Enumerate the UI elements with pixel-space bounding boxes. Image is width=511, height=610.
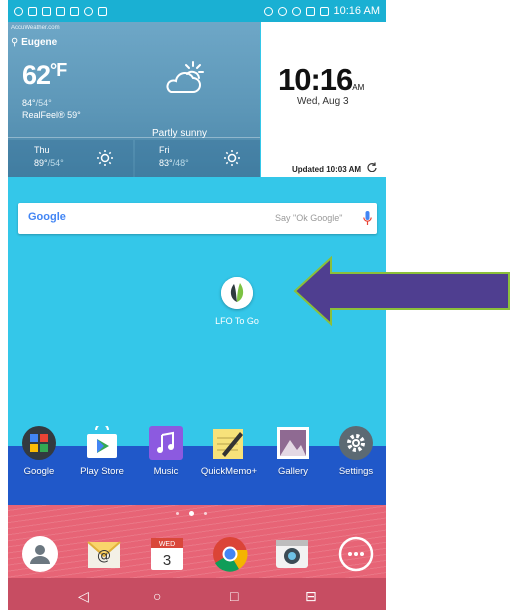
page-dot[interactable]: [204, 512, 207, 515]
status-bar: 10:16 AM: [8, 0, 386, 22]
app-gallery[interactable]: Gallery: [260, 426, 326, 477]
app-row: Google Play Store Music QuickMemo+ Galle…: [8, 426, 386, 482]
system-icons: 10:16 AM: [263, 5, 380, 17]
google-folder-icon: [22, 426, 56, 460]
weather-temp-value: 62: [22, 60, 51, 90]
navigation-bar: ◁ ○ □ ⊟: [8, 584, 386, 610]
app-lfo-to-go[interactable]: LFO To Go: [202, 277, 272, 326]
microphone-icon[interactable]: [363, 211, 372, 226]
app-google-folder[interactable]: Google: [8, 426, 72, 477]
app-music[interactable]: Music: [133, 426, 199, 477]
google-search-bar[interactable]: Google Say "Ok Google": [18, 203, 377, 234]
forecast-lo: /48°: [172, 158, 189, 168]
app-label: Settings: [338, 466, 374, 477]
voice-search-hint: Say "Ok Google": [275, 213, 343, 223]
battery-icon: [319, 6, 329, 16]
weather-temperature: 62°F: [22, 60, 67, 91]
status-time: 10:16 AM: [333, 5, 380, 17]
sun-icon: [224, 150, 240, 166]
weather-updated: Updated 10:03 AM: [292, 165, 362, 174]
clock-widget[interactable]: 10:16AM Wed, Aug 3 Updated 10:03 AM: [261, 22, 386, 177]
weather-divider: [8, 137, 260, 138]
home-icon[interactable]: ○: [153, 588, 161, 604]
chrome-icon[interactable]: [212, 536, 248, 572]
app-settings[interactable]: Settings: [323, 426, 386, 477]
app-quickmemo[interactable]: QuickMemo+: [196, 426, 262, 477]
settings-gear-icon: [339, 426, 373, 460]
back-icon[interactable]: ◁: [78, 588, 89, 605]
app-label: QuickMemo+: [200, 466, 258, 477]
weather-widget[interactable]: AccuWeather.com ⚲ Eugene 62°F 84°/54° Re…: [8, 22, 260, 177]
weather-realfeel: RealFeel® 59°: [22, 110, 81, 120]
dual-window-icon[interactable]: ⊟: [305, 588, 317, 605]
play-store-icon: [87, 426, 117, 458]
app-label: Gallery: [277, 466, 309, 477]
notification-icons: [14, 6, 107, 16]
camera-icon[interactable]: [274, 536, 310, 572]
wifi-notification-icon: [14, 6, 23, 16]
weather-temp-unit: °F: [50, 60, 67, 80]
calendar-month: WED: [159, 541, 175, 548]
dock: @ WED 3: [8, 536, 386, 576]
apps-drawer-icon[interactable]: [338, 536, 374, 572]
quickmemo-icon: [213, 429, 243, 459]
wifi-icon: [291, 6, 301, 16]
page-indicator: [176, 511, 207, 516]
forecast-hi: 89°: [34, 158, 48, 168]
annotation-arrow: [293, 256, 510, 326]
forecast-lo: /54°: [47, 158, 64, 168]
clock-time-value: 10:16: [278, 62, 353, 97]
clock-ampm: AM: [352, 83, 365, 92]
location-icon: [263, 6, 273, 16]
gallery-icon: [277, 427, 309, 459]
app-label: LFO To Go: [215, 316, 259, 326]
svg-text:@: @: [97, 548, 111, 564]
app-label: Google: [23, 466, 55, 477]
google-logo: Google: [28, 211, 66, 223]
page-dot[interactable]: [176, 512, 179, 515]
music-icon: [149, 426, 183, 460]
mail-icon: [70, 6, 79, 16]
refresh-icon[interactable]: [367, 162, 377, 172]
contacts-icon[interactable]: [22, 536, 58, 572]
calendar-day: 3: [163, 552, 171, 569]
forecast-day: Fri 83°/48°: [135, 140, 260, 177]
weather-range: 84°/54°: [22, 98, 52, 108]
page-dot-active[interactable]: [189, 511, 194, 516]
usb-icon: [98, 6, 107, 16]
app-label: Play Store: [80, 466, 124, 477]
android-icon: [84, 6, 93, 16]
weather-hi: 84°: [22, 98, 36, 108]
forecast-day-name: Fri: [159, 145, 170, 155]
clock-date: Wed, Aug 3: [297, 96, 349, 107]
forecast-day-name: Thu: [34, 145, 50, 155]
app-play-store[interactable]: Play Store: [69, 426, 135, 477]
lfo-leaf-icon: [221, 277, 253, 309]
location-pin-icon: ⚲: [11, 37, 22, 48]
partly-sunny-icon: [166, 61, 204, 93]
weather-city-label: Eugene: [21, 37, 58, 48]
photo-icon: [56, 6, 65, 16]
forecast-day: Thu 89°/54°: [8, 140, 133, 177]
weather-city: ⚲ Eugene: [11, 37, 57, 48]
signal-icon: [305, 6, 315, 16]
calendar-icon[interactable]: WED 3: [149, 536, 185, 572]
weather-lo: /54°: [35, 98, 52, 108]
forecast-temps: 89°/54°: [34, 158, 64, 168]
app-label: Music: [153, 466, 179, 477]
recents-icon[interactable]: □: [230, 588, 238, 604]
bluetooth-icon: [277, 6, 287, 16]
forecast-temps: 83°/48°: [159, 158, 189, 168]
clock-time: 10:16AM: [278, 62, 364, 98]
message-icon: [42, 6, 51, 16]
forecast-hi: 83°: [159, 158, 173, 168]
email-icon[interactable]: @: [86, 536, 122, 572]
sun-icon: [97, 150, 113, 166]
download-icon: [28, 6, 37, 16]
weather-source: AccuWeather.com: [11, 25, 60, 31]
